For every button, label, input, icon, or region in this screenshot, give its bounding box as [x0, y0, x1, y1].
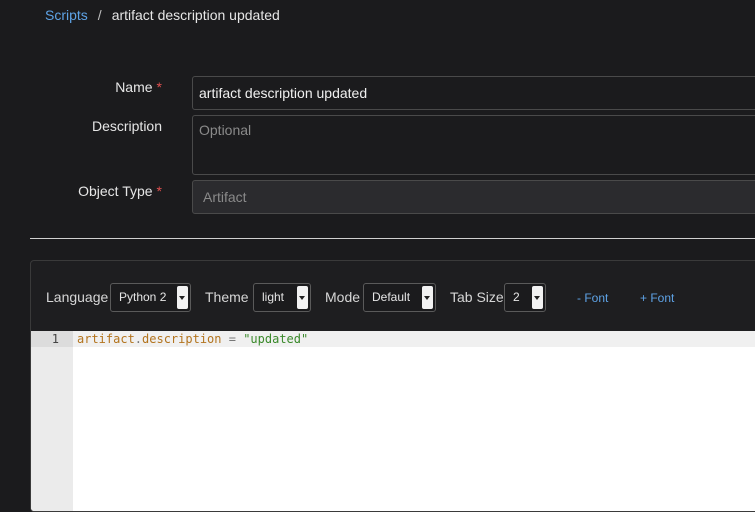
code-token-operator: =	[221, 332, 244, 346]
breadcrumb-scripts-link[interactable]: Scripts	[45, 7, 88, 23]
code-token-string: "updated"	[243, 332, 309, 346]
editor-toolbar: Language Python 2 Theme light Mode Defau…	[31, 261, 755, 331]
description-label: Description	[92, 118, 162, 134]
theme-select[interactable]: light	[253, 283, 311, 312]
object-type-select[interactable]: Artifact	[192, 180, 755, 214]
code-token-attribute: description	[142, 332, 222, 346]
name-label: Name *	[115, 79, 162, 95]
language-value: Python 2	[119, 290, 167, 304]
chevron-down-icon	[422, 286, 433, 309]
mode-select[interactable]: Default	[363, 283, 436, 312]
script-editor-panel: Language Python 2 Theme light Mode Defau…	[30, 260, 755, 512]
font-increase-button[interactable]: + Font	[640, 291, 674, 305]
tab-size-select[interactable]: 2	[504, 283, 546, 312]
mode-value: Default	[372, 290, 411, 304]
tab-size-label: Tab Size	[450, 289, 504, 305]
language-select[interactable]: Python 2	[110, 283, 191, 312]
object-type-value: Artifact	[203, 189, 247, 205]
chevron-down-icon	[297, 286, 308, 309]
section-divider	[30, 238, 755, 239]
name-input[interactable]: artifact description updated	[192, 76, 755, 110]
theme-value: light	[262, 290, 285, 304]
code-token-dot: .	[134, 332, 143, 346]
language-label: Language	[46, 289, 109, 305]
active-line-gutter: 1	[31, 331, 73, 347]
description-placeholder: Optional	[199, 122, 252, 138]
object-type-label: Object Type *	[78, 183, 162, 199]
mode-label: Mode	[325, 289, 361, 305]
code-token-object: artifact	[77, 332, 135, 346]
name-input-value: artifact description updated	[199, 85, 368, 101]
theme-label: Theme	[205, 289, 249, 305]
chevron-down-icon	[532, 286, 543, 309]
name-label-text: Name	[115, 79, 153, 95]
chevron-down-icon	[177, 286, 188, 309]
description-label-text: Description	[91, 118, 162, 134]
object-type-label-text: Object Type	[78, 183, 153, 199]
object-type-required-marker: *	[156, 183, 162, 199]
line-gutter	[31, 331, 73, 511]
breadcrumb-current: artifact description updated	[111, 7, 280, 23]
code-editor[interactable]: 1 artifact.description = "updated"	[31, 331, 755, 511]
description-textarea[interactable]: Optional	[192, 115, 755, 175]
code-line[interactable]: artifact.description = "updated"	[77, 332, 308, 346]
name-required-marker: *	[156, 79, 162, 95]
breadcrumb-separator: /	[97, 7, 102, 23]
tab-size-value: 2	[513, 290, 520, 304]
line-number: 1	[51, 332, 59, 346]
font-decrease-button[interactable]: - Font	[577, 291, 608, 305]
breadcrumb: Scripts / artifact description updated	[45, 6, 280, 24]
